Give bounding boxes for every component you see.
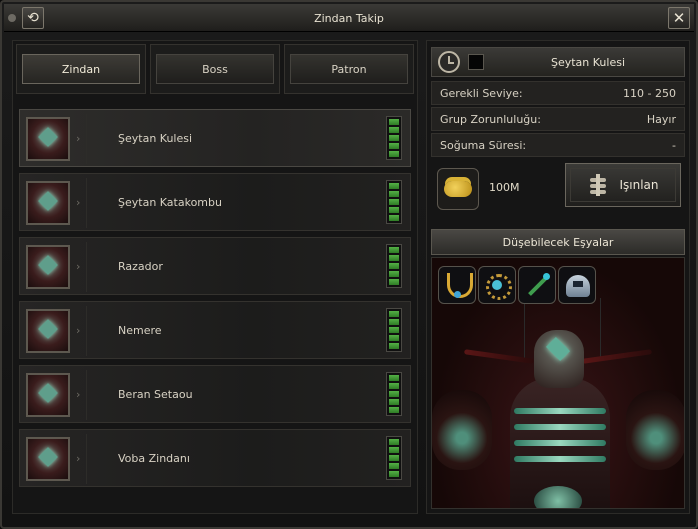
dungeon-row[interactable]: › Şeytan Katakombu	[19, 173, 411, 231]
divider	[86, 370, 87, 420]
necklace-icon[interactable]	[438, 266, 476, 304]
chevron-right-icon: ›	[76, 260, 81, 273]
close-button[interactable]: ✕	[668, 7, 690, 29]
dungeon-name: Beran Setaou	[118, 388, 193, 401]
divider	[86, 242, 87, 292]
dungeon-portrait-icon	[26, 309, 70, 353]
chevron-right-icon: ›	[76, 452, 81, 465]
dungeon-name: Voba Zindanı	[118, 452, 190, 465]
teleport-cost: 100M	[489, 181, 520, 194]
boss-horn	[581, 349, 653, 364]
dungeon-portrait-icon	[26, 245, 70, 289]
title-bar[interactable]: ⟲ Zindan Takip ✕	[4, 4, 694, 32]
divider	[86, 434, 87, 484]
detail-title: Şeytan Kulesi	[550, 56, 626, 69]
dungeon-row[interactable]: › Razador	[19, 237, 411, 295]
dungeon-name: Razador	[118, 260, 163, 273]
dungeon-portrait-icon	[26, 181, 70, 225]
boss-shoulder	[626, 390, 684, 470]
cooldown-value: -	[672, 138, 676, 152]
availability-indicator	[386, 436, 402, 480]
dungeon-portrait-icon	[26, 117, 70, 161]
required-level-row: Gerekli Seviye: 110 - 250	[431, 81, 685, 105]
availability-indicator	[386, 116, 402, 160]
divider	[86, 306, 87, 356]
availability-indicator	[386, 372, 402, 416]
notify-checkbox[interactable]	[468, 54, 484, 70]
cooldown-row: Soğuma Süresi: -	[431, 133, 685, 157]
gold-coins-icon	[437, 168, 479, 210]
teleport-icon	[587, 174, 609, 196]
dungeon-name: Şeytan Katakombu	[118, 196, 222, 209]
tab-zindan[interactable]: Zindan	[16, 44, 146, 94]
availability-indicator	[386, 244, 402, 288]
group-requirement-value: Hayır	[646, 112, 676, 126]
chevron-right-icon: ›	[76, 324, 81, 337]
chevron-right-icon: ›	[76, 132, 81, 145]
teleport-button[interactable]: Işınlan	[565, 163, 681, 207]
availability-indicator	[386, 308, 402, 352]
divider	[86, 178, 87, 228]
dungeon-list-panel: Zindan Boss Patron › Şeytan Kulesi › Şey	[12, 40, 418, 514]
chain-icon[interactable]	[518, 266, 556, 304]
alarm-clock-icon	[438, 51, 460, 73]
dungeon-name: Nemere	[118, 324, 162, 337]
category-tabs: Zindan Boss Patron	[16, 44, 414, 94]
group-requirement-label: Grup Zorunluluğu:	[440, 112, 541, 126]
close-icon: ✕	[672, 9, 686, 27]
helmet-icon[interactable]	[558, 266, 596, 304]
tab-patron[interactable]: Patron	[284, 44, 414, 94]
availability-indicator	[386, 180, 402, 224]
dungeon-list: › Şeytan Kulesi › Şeytan Katakombu › Raz…	[19, 109, 411, 493]
window-title: Zindan Takip	[314, 12, 384, 25]
dungeon-row[interactable]: › Şeytan Kulesi	[19, 109, 411, 167]
tab-label: Zindan	[22, 54, 140, 84]
cooldown-label: Soğuma Süresi:	[440, 138, 527, 152]
teleport-label: Işınlan	[619, 178, 659, 192]
tab-boss[interactable]: Boss	[150, 44, 280, 94]
dungeon-portrait-icon	[26, 437, 70, 481]
required-level-value: 110 - 250	[623, 86, 676, 100]
boss-orb	[534, 486, 582, 508]
dungeon-portrait-icon	[26, 373, 70, 417]
dungeon-tracker-window: ⟲ Zindan Takip ✕ Zindan Boss Patron › Şe…	[0, 0, 698, 529]
chevron-right-icon: ›	[76, 196, 81, 209]
chevron-right-icon: ›	[76, 388, 81, 401]
dungeon-row[interactable]: › Voba Zindanı	[19, 429, 411, 487]
drops-header: Düşebilecek Eşyalar	[431, 229, 685, 255]
divider	[86, 114, 87, 164]
boss-shoulder	[432, 390, 492, 470]
boss-preview	[431, 257, 685, 509]
required-level-label: Gerekli Seviye:	[440, 86, 523, 100]
dungeon-detail-panel: Şeytan Kulesi Gerekli Seviye: 110 - 250 …	[426, 40, 690, 514]
tab-label: Patron	[290, 54, 408, 84]
dungeon-row[interactable]: › Nemere	[19, 301, 411, 359]
group-requirement-row: Grup Zorunluluğu: Hayır	[431, 107, 685, 131]
dungeon-row[interactable]: › Beran Setaou	[19, 365, 411, 423]
dungeon-name: Şeytan Kulesi	[118, 132, 193, 145]
tab-label: Boss	[156, 54, 274, 84]
orb-icon[interactable]	[478, 266, 516, 304]
detail-header: Şeytan Kulesi	[431, 47, 685, 77]
